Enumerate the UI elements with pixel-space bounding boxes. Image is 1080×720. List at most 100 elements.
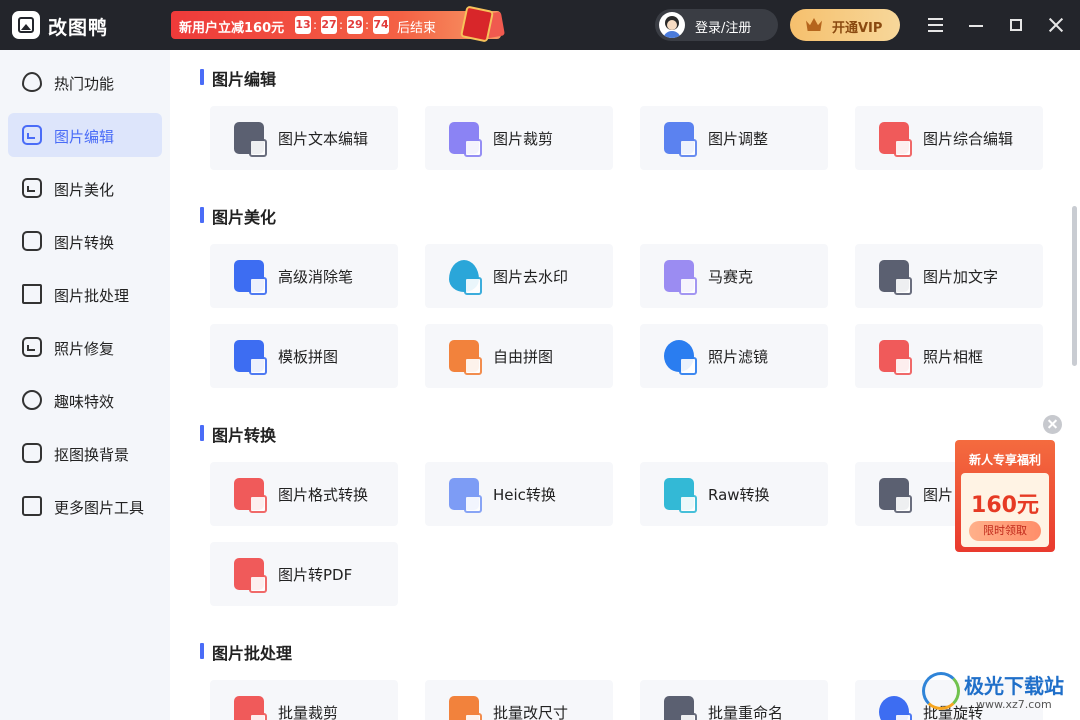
tool-label: 图片转PDF <box>278 566 353 584</box>
format-convert-icon <box>234 478 267 513</box>
crop-icon <box>449 122 482 157</box>
sidebar-item-label: 热门功能 <box>54 75 115 93</box>
tool-card[interactable]: Heic转换 <box>425 462 613 526</box>
tool-card[interactable]: 图片调整 <box>640 106 828 170</box>
title-bar: 改图鸭 新用户立减160元 13 : 27 : 29 : 74 后结束 登录/注… <box>0 0 1080 50</box>
tool-label: Heic转换 <box>493 486 556 504</box>
batch-crop-icon <box>234 696 267 720</box>
sidebar-item-photo-repair[interactable]: 照片修复 <box>8 325 162 369</box>
mosaic-icon <box>664 260 697 295</box>
sidebar-item-image-convert[interactable]: 图片转换 <box>8 219 162 263</box>
avatar <box>659 12 685 38</box>
tool-card[interactable]: 模板拼图 <box>210 324 398 388</box>
main-content: 图片编辑 图片文本编辑 图片裁剪 图片调整 图片综合编辑 图片美化 高级消除笔 … <box>170 50 1080 720</box>
sidebar-item-label: 趣味特效 <box>54 393 115 411</box>
heic-icon <box>449 478 482 513</box>
pdf-icon <box>234 558 267 593</box>
sidebar-item-cutout[interactable]: 抠图换背景 <box>8 431 162 475</box>
cutout-icon <box>22 443 42 463</box>
image-convert-icon <box>879 478 912 513</box>
tool-label: 图片加文字 <box>923 268 999 286</box>
minimize-button[interactable] <box>965 14 987 36</box>
watermark-logo-icon <box>922 672 960 710</box>
tool-card[interactable]: 图片加文字 <box>855 244 1043 308</box>
tool-label: 图片调整 <box>708 130 769 148</box>
login-label: 登录/注册 <box>695 21 752 36</box>
filter-icon <box>664 340 697 375</box>
sidebar-item-label: 更多图片工具 <box>54 499 145 517</box>
tool-card[interactable]: 图片文本编辑 <box>210 106 398 170</box>
batch-rotate-icon <box>879 696 912 720</box>
sidebar-item-image-beautify[interactable]: 图片美化 <box>8 166 162 210</box>
magic-wand-icon <box>22 390 42 410</box>
sidebar-item-batch[interactable]: 图片批处理 <box>8 272 162 316</box>
sidebar-item-fun-effects[interactable]: 趣味特效 <box>8 378 162 422</box>
batch-icon <box>22 284 42 304</box>
login-button[interactable]: 登录/注册 <box>655 9 778 41</box>
tool-card[interactable]: 图片去水印 <box>425 244 613 308</box>
tool-label: 图片 <box>923 486 954 504</box>
tool-label: 图片裁剪 <box>493 130 554 148</box>
scrollbar[interactable] <box>1072 206 1077 366</box>
tool-card[interactable]: 图片综合编辑 <box>855 106 1043 170</box>
tool-card[interactable]: 自由拼图 <box>425 324 613 388</box>
tool-label: 图片去水印 <box>493 268 569 286</box>
water-drop-icon <box>449 260 482 295</box>
tool-card[interactable]: 批量重命名 <box>640 680 828 720</box>
sidebar-item-label: 图片编辑 <box>54 128 115 146</box>
tool-card[interactable]: 批量裁剪 <box>210 680 398 720</box>
promo-end-text: 后结束 <box>397 21 437 36</box>
promo-banner[interactable]: 新用户立减160元 13 : 27 : 29 : 74 后结束 <box>171 5 505 43</box>
bonus-amount: 160元 <box>971 493 1039 518</box>
section-title: 图片美化 <box>200 204 276 228</box>
section-title: 图片编辑 <box>200 66 276 90</box>
countdown-minutes: 27 <box>321 16 337 34</box>
image-beautify-icon <box>22 178 42 198</box>
bonus-popup[interactable]: 新人专享福利 160元 限时领取 <box>955 440 1055 552</box>
tool-card[interactable]: 图片格式转换 <box>210 462 398 526</box>
tool-label: 马赛克 <box>708 268 754 286</box>
tool-card[interactable]: 图片裁剪 <box>425 106 613 170</box>
batch-resize-icon <box>449 696 482 720</box>
maximize-button[interactable] <box>1005 14 1027 36</box>
sidebar-item-label: 图片批处理 <box>54 287 130 305</box>
tool-label: 批量改尺寸 <box>493 704 569 720</box>
close-button[interactable] <box>1045 14 1067 36</box>
bonus-title: 新人专享福利 <box>968 453 1041 467</box>
bonus-claim-button[interactable]: 限时领取 <box>969 521 1041 541</box>
template-collage-icon <box>234 340 267 375</box>
toolbox-icon <box>22 496 42 516</box>
fire-icon <box>22 72 42 92</box>
add-text-icon <box>879 260 912 295</box>
countdown-hours: 13 <box>295 16 311 34</box>
tool-card[interactable]: Raw转换 <box>640 462 828 526</box>
tool-card[interactable]: 照片相框 <box>855 324 1043 388</box>
sidebar-item-image-edit[interactable]: 图片编辑 <box>8 113 162 157</box>
tool-label: 图片格式转换 <box>278 486 369 504</box>
bonus-close-button[interactable] <box>1043 415 1062 434</box>
tool-label: 模板拼图 <box>278 348 339 366</box>
app-name: 改图鸭 <box>48 17 109 39</box>
tool-card[interactable]: 批量改尺寸 <box>425 680 613 720</box>
sidebar-item-more-tools[interactable]: 更多图片工具 <box>8 484 162 528</box>
free-collage-icon <box>449 340 482 375</box>
tool-card[interactable]: 高级消除笔 <box>210 244 398 308</box>
raw-icon <box>664 478 697 513</box>
watermark-url: www.xz7.com <box>976 698 1052 711</box>
sidebar-item-label: 抠图换背景 <box>54 446 130 464</box>
menu-button[interactable] <box>925 14 947 36</box>
sidebar-item-label: 图片转换 <box>54 234 115 252</box>
crown-icon <box>806 18 822 31</box>
promo-text: 新用户立减160元 <box>179 21 285 36</box>
bonus-coupon: 160元 限时领取 <box>961 473 1049 547</box>
tool-card[interactable]: 照片滤镜 <box>640 324 828 388</box>
vip-button[interactable]: 开通VIP <box>790 9 900 41</box>
sidebar-item-hot[interactable]: 热门功能 <box>8 60 162 104</box>
adjust-icon <box>664 122 697 157</box>
tool-label: 自由拼图 <box>493 348 554 366</box>
composite-edit-icon <box>879 122 912 157</box>
tool-label: Raw转换 <box>708 486 770 504</box>
tool-card[interactable]: 图片转PDF <box>210 542 398 606</box>
sidebar-item-label: 照片修复 <box>54 340 115 358</box>
tool-card[interactable]: 马赛克 <box>640 244 828 308</box>
